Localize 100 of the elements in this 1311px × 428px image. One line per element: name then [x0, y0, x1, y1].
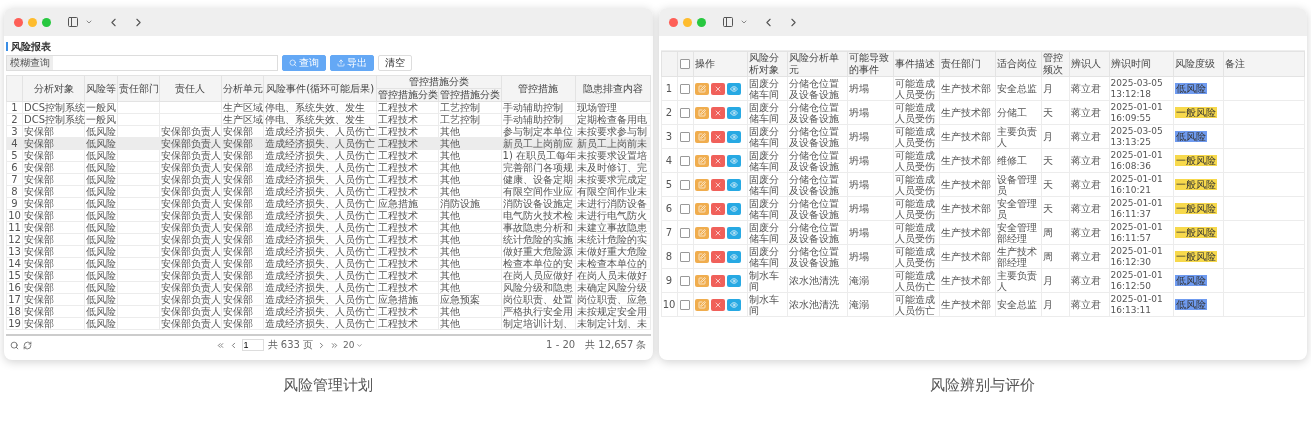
caret-icon[interactable]	[739, 18, 748, 26]
page-size-select[interactable]: 20	[343, 340, 363, 350]
table-cell: 分储仓位置及设备设施	[787, 172, 847, 197]
delete-button[interactable]	[710, 130, 725, 143]
view-button[interactable]	[726, 106, 741, 119]
delete-button[interactable]	[710, 226, 725, 239]
edit-button[interactable]	[694, 130, 709, 143]
delete-button[interactable]	[710, 178, 725, 191]
table-cell: 浓水池清洗	[787, 292, 847, 317]
last-page-icon[interactable]	[330, 340, 340, 350]
sidebar-icon[interactable]	[67, 16, 79, 28]
page-input[interactable]: 1	[241, 339, 264, 351]
table-cell: 未及时修订、完	[575, 161, 650, 174]
caret-icon[interactable]	[85, 18, 93, 26]
eye-icon	[729, 132, 738, 141]
edit-button[interactable]	[694, 274, 709, 287]
view-button[interactable]	[726, 250, 741, 263]
table-cell: 生产技术部	[939, 100, 995, 125]
table-cell: 工程技术	[376, 149, 439, 162]
column-header: 隐患排查内容	[575, 75, 650, 102]
checkbox[interactable]	[680, 156, 690, 166]
table-cell: 可能造成人员受伤	[893, 196, 939, 221]
edit-icon	[697, 132, 706, 141]
table-cell: 分储仓位置及设备设施	[787, 244, 847, 269]
table-cell: 2025-01-01 16:13:11	[1109, 292, 1173, 317]
close-icon[interactable]	[14, 17, 23, 27]
sidebar-icon[interactable]	[721, 16, 734, 28]
checkbox[interactable]	[680, 300, 690, 310]
refresh-icon[interactable]	[23, 340, 32, 350]
checkbox[interactable]	[680, 204, 690, 214]
minimize-icon[interactable]	[28, 17, 37, 27]
table-cell: 2025-01-01 16:12:30	[1109, 244, 1173, 269]
view-button[interactable]	[726, 130, 741, 143]
edit-button[interactable]	[694, 178, 709, 191]
edit-button[interactable]	[694, 250, 709, 263]
delete-button[interactable]	[710, 250, 725, 263]
maximize-icon[interactable]	[696, 17, 706, 27]
table-cell: 安保部	[22, 185, 85, 198]
table-cell: 坍塌	[847, 76, 893, 101]
close-icon[interactable]	[668, 17, 678, 27]
edit-button[interactable]	[694, 298, 709, 311]
clear-button[interactable]: 清空	[378, 55, 412, 71]
edit-icon	[697, 252, 706, 261]
checkbox[interactable]	[680, 276, 690, 286]
delete-button[interactable]	[710, 82, 725, 95]
view-button[interactable]	[726, 298, 741, 311]
table-cell: 一般风	[84, 113, 118, 126]
checkbox[interactable]	[680, 180, 690, 190]
table-cell: 固废分储车间	[747, 172, 787, 197]
row-number: 2	[6, 113, 23, 126]
delete-button[interactable]	[710, 106, 725, 119]
delete-button[interactable]	[710, 202, 725, 215]
checkbox[interactable]	[680, 132, 690, 142]
first-page-icon[interactable]	[215, 340, 225, 350]
edit-icon	[697, 228, 706, 237]
view-button[interactable]	[726, 202, 741, 215]
table-cell: 制定培训计划、	[501, 317, 576, 330]
table-cell: 低风险	[84, 125, 118, 138]
edit-button[interactable]	[694, 106, 709, 119]
checkbox[interactable]	[680, 59, 690, 69]
edit-button[interactable]	[694, 226, 709, 239]
view-button[interactable]	[726, 178, 741, 191]
edit-button[interactable]	[694, 202, 709, 215]
checkbox[interactable]	[680, 228, 690, 238]
table-cell: 事故隐患分析和	[501, 221, 576, 234]
close-icon	[713, 300, 722, 309]
delete-button[interactable]	[710, 298, 725, 311]
eye-icon	[729, 156, 738, 165]
table-cell: 应急措施	[376, 197, 439, 210]
view-button[interactable]	[726, 226, 741, 239]
search-field[interactable]: 模糊查询	[6, 55, 278, 71]
column-header: 风险度级	[1173, 51, 1223, 77]
table-cell: 未确定风险分级	[575, 281, 650, 294]
table-cell: 造成经济损失、人员伤亡	[263, 257, 377, 270]
risk-level-tag: 一般风险	[1174, 203, 1217, 214]
table-cell: 严格执行安全用	[501, 305, 576, 318]
maximize-icon[interactable]	[42, 17, 51, 27]
table-cell: 天	[1041, 148, 1069, 173]
column-header: 分析单元	[221, 75, 264, 102]
risk-level-tag: 一般风险	[1174, 251, 1217, 262]
checkbox[interactable]	[680, 252, 690, 262]
table-cell: 造成经济损失、人员伤亡	[263, 305, 377, 318]
view-button[interactable]	[726, 82, 741, 95]
delete-button[interactable]	[710, 154, 725, 167]
edit-button[interactable]	[694, 82, 709, 95]
checkbox[interactable]	[680, 108, 690, 118]
table-cell: 浓水池清洗	[787, 268, 847, 293]
view-button[interactable]	[726, 154, 741, 167]
table-cell: 安保部负责人	[159, 173, 222, 186]
view-button[interactable]	[726, 274, 741, 287]
table-cell: 低风险	[84, 293, 118, 306]
search-icon[interactable]	[10, 340, 19, 350]
delete-button[interactable]	[710, 274, 725, 287]
minimize-icon[interactable]	[682, 17, 692, 27]
risk-level-tag: 低风险	[1174, 299, 1207, 310]
table-cell: 安保部	[22, 125, 85, 138]
checkbox[interactable]	[680, 84, 690, 94]
table-cell: 其他	[438, 125, 502, 138]
edit-button[interactable]	[694, 154, 709, 167]
table-cell: 坍塌	[847, 220, 893, 245]
